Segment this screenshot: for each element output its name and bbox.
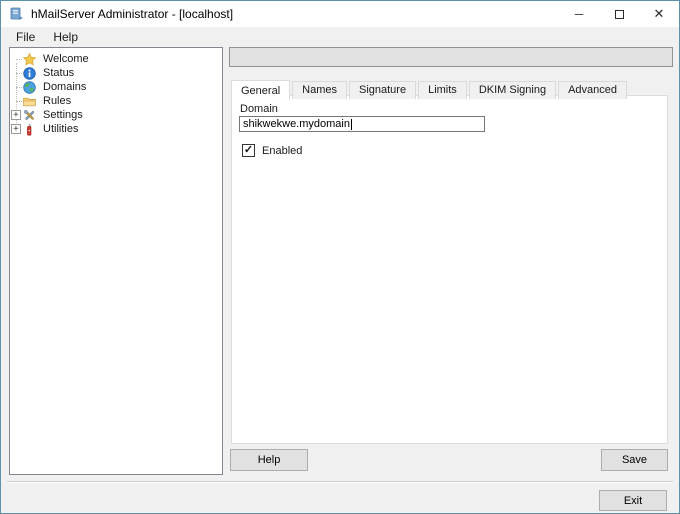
tab-general[interactable]: General (231, 80, 291, 100)
domain-label: Domain (240, 103, 278, 115)
tree-item-label: Utilities (43, 123, 79, 135)
domain-input-value: shikwekwe.mydomain (243, 118, 350, 130)
minimize-icon: ─ (574, 7, 584, 21)
tab-limits[interactable]: Limits (418, 81, 467, 99)
minimize-button[interactable]: ─ (559, 1, 599, 27)
window-controls: ─ ✕ (559, 1, 679, 27)
exit-button[interactable]: Exit (599, 490, 667, 511)
title-bar: hMailServer Administrator - [localhost] … (1, 1, 679, 27)
close-icon: ✕ (653, 6, 665, 21)
tree-item-label: Rules (43, 95, 72, 107)
tab-dkim-signing[interactable]: DKIM Signing (468, 81, 557, 99)
tree-item-label: Settings (43, 109, 83, 121)
folder-icon (23, 97, 36, 106)
domain-input[interactable]: shikwekwe.mydomain (239, 116, 485, 132)
bottom-divider (7, 481, 673, 482)
star-icon (23, 52, 36, 66)
tree-item-status[interactable]: Status (10, 66, 222, 80)
info-icon (23, 66, 36, 80)
tree-item-utilities[interactable]: + Utilities (10, 122, 222, 136)
tree-item-label: Domains (43, 81, 87, 93)
save-button[interactable]: Save (601, 449, 668, 471)
enabled-checkbox[interactable]: ✓ (242, 144, 255, 157)
panel-header-bar (229, 47, 673, 67)
tab-advanced[interactable]: Advanced (558, 81, 628, 99)
tree-item-settings[interactable]: + Settings (10, 108, 222, 122)
tools-icon (23, 109, 35, 120)
globe-icon (23, 80, 36, 94)
menu-file[interactable]: File (7, 28, 44, 46)
tree-item-welcome[interactable]: Welcome (10, 52, 222, 66)
tree-item-label: Welcome (43, 53, 89, 65)
text-caret (350, 118, 352, 130)
tree-item-domains[interactable]: Domains (10, 80, 222, 94)
maximize-icon (614, 9, 624, 19)
app-window: hMailServer Administrator - [localhost] … (0, 0, 680, 514)
tab-signature[interactable]: Signature (348, 81, 417, 99)
maximize-button[interactable] (599, 1, 639, 27)
tab-names[interactable]: Names (292, 81, 347, 99)
help-button[interactable]: Help (230, 449, 308, 471)
general-tab-page: Domain shikwekwe.mydomain ✓ Enabled (231, 95, 668, 444)
tree-item-label: Status (43, 67, 75, 79)
menu-bar: File Help (1, 27, 679, 47)
enabled-checkbox-row[interactable]: ✓ Enabled (242, 144, 302, 157)
close-button[interactable]: ✕ (639, 1, 679, 27)
knife-icon (27, 122, 32, 136)
menu-help[interactable]: Help (44, 28, 87, 46)
enabled-label: Enabled (262, 144, 303, 157)
expand-icon[interactable]: + (11, 124, 21, 134)
navigation-tree: Welcome Status Domains Rules + Settings … (9, 47, 223, 475)
window-title: hMailServer Administrator - [localhost] (31, 7, 234, 21)
tab-strip: General Names Signature Limits DKIM Sign… (231, 79, 629, 100)
app-icon (10, 7, 23, 20)
tree-item-rules[interactable]: Rules (10, 94, 222, 108)
expand-icon[interactable]: + (11, 110, 21, 120)
